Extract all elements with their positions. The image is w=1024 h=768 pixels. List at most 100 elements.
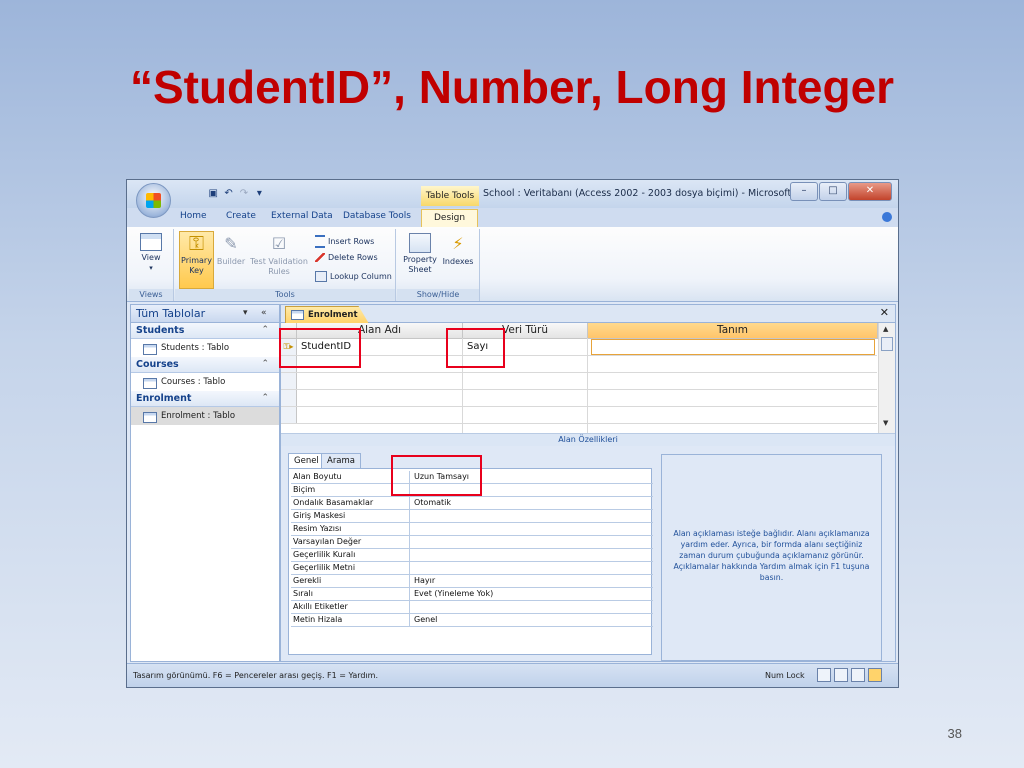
test-validation-rules-label: Test Validation Rules — [250, 257, 308, 276]
property-value[interactable] — [409, 510, 654, 522]
view-button-label: View — [141, 253, 161, 262]
tab-external-data[interactable]: External Data — [271, 211, 333, 221]
views-group: View ▾ Views — [129, 229, 174, 301]
redo-icon[interactable]: ↷ — [238, 188, 249, 200]
table-row[interactable] — [281, 356, 877, 373]
nav-collapse-icon[interactable]: « — [261, 305, 267, 322]
highlight-box-field-name — [279, 328, 361, 368]
property-value[interactable]: Evet (Yineleme Yok) — [409, 588, 654, 600]
save-icon[interactable]: ▣ — [207, 188, 218, 200]
delete-rows-button[interactable]: Delete Rows — [315, 253, 378, 262]
insert-rows-label: Insert Rows — [328, 237, 375, 246]
document-tab-enrolment[interactable]: Enrolment — [285, 306, 369, 323]
title-bar: ▣ ↶ ↷ ▾ Table Tools School : Veritabanı … — [127, 180, 898, 218]
pivot-chart-view-icon[interactable] — [851, 668, 865, 682]
collapse-chevron-icon[interactable]: ⌃ — [261, 323, 269, 338]
customize-qat-icon[interactable]: ▾ — [254, 188, 265, 200]
property-row[interactable]: Ondalık Basamaklar Otomatik — [291, 497, 653, 510]
property-value[interactable]: Genel — [409, 614, 654, 626]
property-row[interactable]: Sıralı Evet (Yineleme Yok) — [291, 588, 653, 601]
table-row[interactable] — [281, 373, 877, 390]
property-value[interactable] — [409, 549, 654, 561]
property-value[interactable] — [409, 562, 654, 574]
property-key: Biçim — [293, 485, 316, 494]
office-button[interactable] — [136, 183, 171, 218]
nav-header-label: Tüm Tablolar — [136, 307, 206, 320]
property-row[interactable]: Geçerlilik Metni — [291, 562, 653, 575]
tab-create[interactable]: Create — [226, 211, 256, 221]
close-document-icon[interactable]: ✕ — [880, 306, 889, 319]
nav-group-courses[interactable]: Courses ⌃ — [131, 357, 279, 373]
tab-design[interactable]: Design — [421, 209, 479, 227]
property-value[interactable] — [409, 536, 654, 548]
nav-item-label: Courses : Tablo — [161, 377, 226, 387]
builder-button[interactable]: ✎ Builder — [215, 233, 247, 267]
property-sheet-button[interactable]: Property Sheet — [399, 233, 441, 275]
nav-item-enrolment-table[interactable]: Enrolment : Tablo — [131, 407, 279, 425]
nav-item-label: Enrolment : Tablo — [161, 411, 236, 421]
nav-menu-dropdown-icon[interactable]: ▾ — [243, 305, 248, 322]
nav-group-label: Enrolment — [136, 393, 192, 404]
tab-database-tools[interactable]: Database Tools — [343, 211, 411, 221]
table-row[interactable] — [281, 407, 877, 424]
pivot-table-view-icon[interactable] — [834, 668, 848, 682]
nav-group-students[interactable]: Students ⌃ — [131, 323, 279, 339]
highlight-box-data-type — [446, 328, 505, 368]
maximize-button[interactable]: □ — [819, 182, 847, 201]
scroll-thumb[interactable] — [881, 337, 893, 351]
collapse-chevron-icon[interactable]: ⌃ — [261, 357, 269, 372]
scroll-up-icon[interactable]: ▲ — [883, 325, 888, 333]
property-row[interactable]: Gerekli Hayır — [291, 575, 653, 588]
nav-header[interactable]: Tüm Tablolar ▾ « — [131, 305, 279, 323]
property-row[interactable]: Geçerlilik Kuralı — [291, 549, 653, 562]
table-row[interactable] — [281, 390, 877, 407]
property-row[interactable]: Akıllı Etiketler — [291, 601, 653, 614]
status-text: Tasarım görünümü. F6 = Pencereler arası … — [133, 671, 379, 680]
test-validation-rules-button[interactable]: ☑ Test Validation Rules — [248, 233, 310, 277]
close-button[interactable]: ✕ — [848, 182, 892, 201]
table-tools-label: Table Tools — [421, 186, 479, 206]
property-value[interactable]: Hayır — [409, 575, 654, 587]
property-value[interactable]: Otomatik — [409, 497, 654, 509]
collapse-chevron-icon[interactable]: ⌃ — [261, 391, 269, 406]
datasheet-view-icon — [140, 233, 162, 251]
tab-home[interactable]: Home — [180, 211, 207, 221]
property-row[interactable]: Resim Yazısı — [291, 523, 653, 536]
scroll-down-icon[interactable]: ▼ — [883, 419, 888, 427]
property-value[interactable] — [409, 523, 654, 535]
view-switcher — [817, 668, 882, 682]
showhide-group-label: Show/Hide — [397, 289, 479, 300]
builder-wand-icon: ✎ — [224, 234, 238, 253]
tab-arama[interactable]: Arama — [321, 453, 362, 469]
primary-key-label: Primary Key — [181, 256, 212, 275]
help-icon[interactable] — [882, 212, 892, 222]
nav-item-courses-table[interactable]: Courses : Tablo — [131, 373, 279, 391]
lookup-column-button[interactable]: Lookup Column — [315, 271, 392, 282]
nav-group-label: Students — [136, 325, 185, 336]
nav-group-enrolment[interactable]: Enrolment ⌃ — [131, 391, 279, 407]
undo-icon[interactable]: ↶ — [223, 188, 234, 200]
quick-access-toolbar: ▣ ↶ ↷ ▾ — [175, 186, 265, 202]
indexes-lightning-icon: ⚡ — [452, 234, 464, 253]
description-cell[interactable] — [591, 339, 875, 355]
indexes-button[interactable]: ⚡ Indexes — [441, 233, 475, 267]
property-table: Alan Boyutu Uzun Tamsayı Biçim Ondalık Ba… — [288, 468, 653, 655]
ribbon: View ▾ Views ⚿ Primary Key ✎ Builder ☑ Te… — [127, 227, 898, 302]
table-row[interactable]: ⚿▸ StudentID Sayı — [281, 339, 877, 356]
property-row[interactable]: Giriş Maskesi — [291, 510, 653, 523]
field-properties-label: Alan Özellikleri — [281, 433, 895, 447]
insert-rows-icon — [315, 235, 325, 248]
property-value[interactable] — [409, 601, 654, 613]
insert-rows-button[interactable]: Insert Rows — [315, 235, 374, 248]
design-view-icon[interactable] — [868, 668, 882, 682]
datasheet-view-icon[interactable] — [817, 668, 831, 682]
property-row[interactable]: Metin Hizala Genel — [291, 614, 653, 627]
property-row[interactable]: Varsayılan Değer — [291, 536, 653, 549]
primary-key-button[interactable]: ⚿ Primary Key — [179, 231, 214, 289]
view-button[interactable]: View ▾ — [135, 233, 167, 273]
grid-scrollbar[interactable]: ▲ ▼ — [878, 323, 895, 433]
property-key: Giriş Maskesi — [293, 511, 346, 520]
nav-item-students-table[interactable]: Students : Tablo — [131, 339, 279, 357]
slide-page-number: 38 — [947, 726, 962, 741]
minimize-button[interactable]: – — [790, 182, 818, 201]
